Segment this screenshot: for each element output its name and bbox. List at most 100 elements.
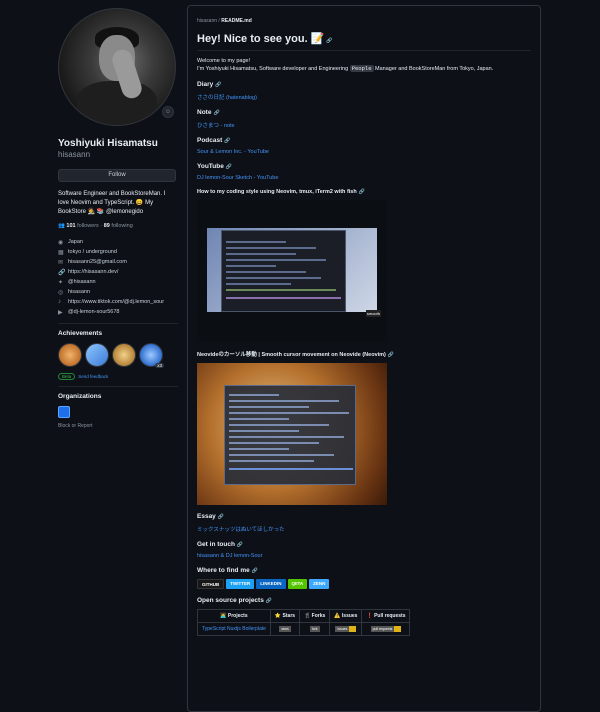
- achievements-heading[interactable]: Achievements: [58, 330, 178, 337]
- achievement-badge[interactable]: x3: [139, 343, 164, 368]
- avatar[interactable]: [58, 8, 176, 126]
- anchor-link-icon[interactable]: 🔗: [266, 598, 272, 604]
- anchor-link-icon[interactable]: 🔗: [215, 82, 221, 88]
- detail-location: ◉ Japan: [58, 239, 83, 246]
- building-icon: ▦: [58, 249, 64, 256]
- anchor-link-icon[interactable]: 🔗: [359, 189, 365, 195]
- project-link[interactable]: TypeScript Nuxtjs Boilerplate: [202, 626, 266, 632]
- anchor-link-icon[interactable]: 🔗: [326, 38, 332, 44]
- essay-heading: Essay 🔗: [197, 513, 225, 520]
- diary-link[interactable]: ささの日記 (hatenablog): [197, 93, 531, 101]
- qiita-shield[interactable]: QIITA: [287, 579, 308, 589]
- anchor-link-icon[interactable]: 🔗: [226, 164, 232, 170]
- readme-path-file[interactable]: README.md: [221, 18, 252, 24]
- achievement-badges: x3: [58, 343, 178, 368]
- video-thumbnail-coding-style[interactable]: smooth: [197, 200, 387, 342]
- youtube-link[interactable]: DJ lemon-Sour Sketch - YouTube: [197, 175, 531, 181]
- prs-shield[interactable]: pull requests: [370, 626, 395, 632]
- detail-website[interactable]: 🔗 https://hisasann.dev/: [58, 267, 178, 277]
- globe-icon: ◉: [58, 239, 64, 246]
- beta-label: Beta: [58, 373, 76, 380]
- oss-table: 🧑‍💻 Projects ⭐ Stars 🍴 Forks ⚠️ Issues ❗…: [197, 609, 411, 636]
- anchor-link-icon[interactable]: 🔗: [224, 138, 230, 144]
- profile-bio: Software Engineer and BookStoreMan. I lo…: [58, 191, 166, 215]
- organization-avatar[interactable]: [58, 406, 70, 418]
- detail-twitter[interactable]: ✦ @hisasann: [58, 277, 178, 287]
- note-link[interactable]: ひさまつ - note: [197, 121, 531, 129]
- video1-heading: How to my coding style using Neovim, tmu…: [197, 189, 365, 195]
- col-projects: 🧑‍💻 Projects: [197, 609, 271, 623]
- tiktok-icon: ♪: [58, 299, 61, 305]
- note-heading: Note 🔗: [197, 109, 220, 116]
- link-icon: 🔗: [58, 269, 66, 276]
- col-stars: ⭐ Stars: [269, 609, 301, 623]
- intro-text: I'm Yoshiyuki Hisamatsu, Software develo…: [197, 65, 494, 72]
- twitter-shield[interactable]: TWITTER: [226, 579, 255, 589]
- github-shield[interactable]: GITHUB: [197, 579, 225, 589]
- achievement-badge[interactable]: [112, 343, 136, 367]
- youtube-icon: ▶: [58, 309, 63, 316]
- detail-tiktok[interactable]: ♪ https://www.tiktok.com/@dj.lemon_sour: [58, 297, 178, 307]
- detail-youtube[interactable]: ▶ @dj-lemon-sour5678: [58, 307, 178, 317]
- contact-heading: Get in touch 🔗: [197, 541, 244, 548]
- diary-heading: Diary 🔗: [197, 81, 222, 88]
- instagram-icon: ◎: [58, 289, 64, 296]
- followers-count[interactable]: 101: [66, 223, 75, 229]
- col-forks: 🍴 Forks: [299, 609, 331, 623]
- organizations-heading: Organizations: [58, 393, 102, 400]
- anchor-link-icon[interactable]: 🔗: [388, 352, 394, 358]
- anchor-link-icon[interactable]: 🔗: [218, 514, 224, 520]
- profile-name: Yoshiyuki Hisamatsu: [58, 138, 158, 149]
- readme-panel: hisasann / README.md Hey! Nice to see yo…: [187, 5, 541, 712]
- inline-code: People: [349, 65, 374, 72]
- anchor-link-icon[interactable]: 🔗: [213, 110, 219, 116]
- follow-button[interactable]: Follow: [58, 169, 176, 182]
- detail-company: ▦ tokyo / underground: [58, 249, 117, 256]
- profile-login: hisasann: [58, 150, 91, 159]
- zenn-shield[interactable]: ZENN: [309, 579, 330, 589]
- col-prs: ❗ Pull requests: [361, 609, 411, 623]
- following-label[interactable]: following: [111, 223, 132, 229]
- contact-link[interactable]: hisasann & DJ lemon-Sour: [197, 553, 531, 559]
- podcast-link[interactable]: Sour & Lemon Inc. - YouTube: [197, 149, 531, 155]
- col-issues: ⚠️ Issues: [329, 609, 363, 623]
- profile-sidebar: ☺ Yoshiyuki Hisamatsu hisasann Follow So…: [58, 8, 178, 429]
- video-thumbnail-neovide[interactable]: [197, 363, 387, 505]
- readme-title: Hey! Nice to see you. 📝 🔗: [197, 32, 531, 51]
- twitter-icon: ✦: [58, 279, 64, 286]
- issues-shield[interactable]: issues: [335, 626, 350, 632]
- stars-shield[interactable]: stars: [279, 626, 291, 632]
- linkedin-shield[interactable]: LINKEDIN: [256, 579, 286, 589]
- block-report-link[interactable]: Block or Report: [58, 423, 178, 429]
- welcome-text: Welcome to my page!: [197, 58, 251, 64]
- anchor-link-icon[interactable]: 🔗: [237, 542, 243, 548]
- achievement-badge[interactable]: [58, 343, 82, 367]
- readme-path: hisasann / README.md: [197, 18, 252, 24]
- readme-path-user[interactable]: hisasann: [197, 18, 217, 24]
- send-feedback-link[interactable]: Send feedback: [78, 374, 108, 379]
- mail-icon: ✉: [58, 259, 64, 266]
- status-emoji-icon[interactable]: ☺: [162, 106, 174, 118]
- divider: [58, 386, 178, 387]
- anchor-link-icon[interactable]: 🔗: [252, 568, 258, 574]
- follow-counts: 👥 101 followers · 89 following: [58, 223, 133, 229]
- detail-email[interactable]: ✉ hisasann25@gmail.com: [58, 257, 178, 267]
- video2-heading: Neovideのカーソル移動 | Smooth cursor movement …: [197, 352, 395, 358]
- forks-shield[interactable]: fork: [309, 626, 320, 632]
- achievement-tier: x3: [155, 363, 164, 368]
- divider: [58, 323, 178, 324]
- achievement-badge[interactable]: [85, 343, 109, 367]
- table-row: TypeScript Nuxtjs Boilerplate stars fork…: [197, 622, 411, 636]
- profile-details: ◉ Japan ▦ tokyo / underground ✉ hisasann25@…: [58, 237, 178, 317]
- video-channel-logo: smooth: [365, 310, 381, 317]
- podcast-heading: Podcast 🔗: [197, 137, 231, 144]
- youtube-heading: YouTube 🔗: [197, 163, 233, 170]
- following-count[interactable]: 89: [104, 223, 110, 229]
- detail-instagram[interactable]: ◎ hisasann: [58, 287, 178, 297]
- followers-label[interactable]: followers: [77, 223, 99, 229]
- essay-link[interactable]: ミックスナッツはぬいてほしかった: [197, 525, 531, 533]
- oss-heading: Open source projects 🔗: [197, 597, 273, 604]
- social-shields: GITHUB TWITTER LINKEDIN QIITA ZENN: [197, 579, 531, 589]
- where-heading: Where to find me 🔗: [197, 567, 258, 574]
- people-icon: 👥: [58, 223, 65, 229]
